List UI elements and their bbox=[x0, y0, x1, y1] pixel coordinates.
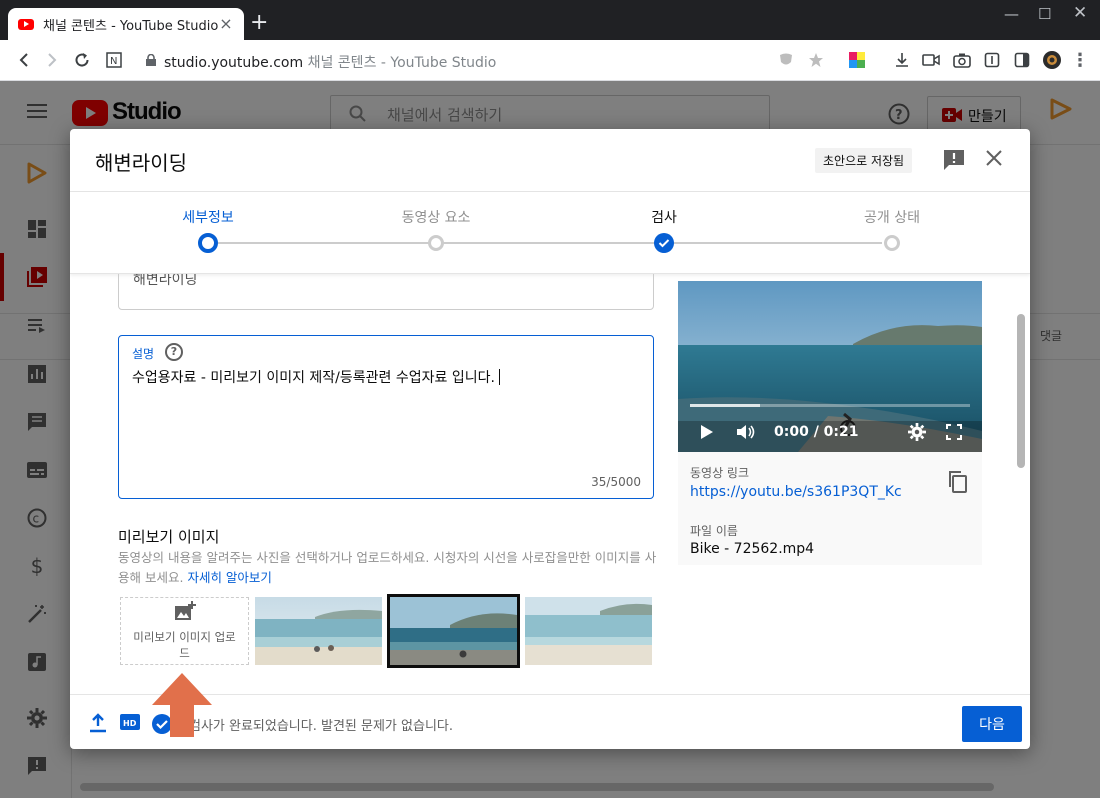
fullscreen-icon[interactable] bbox=[946, 424, 962, 444]
check-icon bbox=[658, 239, 670, 248]
bookmark-star-icon[interactable] bbox=[807, 51, 825, 69]
minimize-icon[interactable]: — bbox=[1004, 5, 1019, 23]
svg-text:HD: HD bbox=[123, 719, 137, 728]
dialog-footer: HD 검사가 완료되었습니다. 발견된 문제가 없습니다. 다음 bbox=[70, 694, 1030, 749]
video-link[interactable]: https://youtu.be/s361P3QT_Kc bbox=[690, 484, 902, 500]
video-preview-card: 0:00 / 0:21 동영상 링크 https://youtu.be/s361… bbox=[678, 281, 982, 565]
description-value: 수업용자료 - 미리보기 이미지 제작/등록관련 수업자료 입니다. bbox=[132, 370, 495, 386]
auto-thumbnail-1[interactable] bbox=[255, 597, 382, 665]
window-close-icon[interactable]: ✕ bbox=[1073, 3, 1087, 23]
video-progress-fill bbox=[690, 404, 760, 407]
video-settings-gear-icon[interactable] bbox=[908, 423, 926, 445]
video-camera-icon[interactable] bbox=[922, 51, 940, 69]
auto-thumbnail-2-selected[interactable] bbox=[387, 594, 520, 668]
copy-link-icon[interactable] bbox=[948, 471, 968, 493]
new-tab-icon[interactable]: + bbox=[250, 12, 268, 34]
video-link-label: 동영상 링크 bbox=[690, 466, 750, 480]
volume-icon[interactable] bbox=[737, 424, 757, 444]
browser-tab[interactable]: 채널 콘텐츠 - YouTube Studio × bbox=[8, 8, 244, 40]
description-help-icon[interactable]: ? bbox=[165, 343, 183, 361]
upload-thumbnail-button[interactable]: 미리보기 이미지 업로드 bbox=[120, 597, 249, 665]
beach-thumbnail-image bbox=[525, 597, 652, 665]
sidebar-toggle-icon[interactable] bbox=[1013, 51, 1031, 69]
forward-icon[interactable] bbox=[42, 50, 62, 70]
file-name: Bike - 72562.mp4 bbox=[690, 541, 815, 557]
thumbnail-section-title: 미리보기 이미지 bbox=[118, 528, 220, 546]
description-label: 설명 bbox=[132, 347, 155, 361]
add-photo-icon bbox=[174, 601, 196, 625]
dialog-title: 해변라이딩 bbox=[95, 151, 187, 175]
video-time: 0:00 / 0:21 bbox=[774, 424, 859, 440]
browser-tab-bar: 채널 콘텐츠 - YouTube Studio × + — ☐ ✕ bbox=[0, 0, 1100, 40]
tab-title: 채널 콘텐츠 - YouTube Studio bbox=[43, 18, 218, 34]
description-text[interactable]: 수업용자료 - 미리보기 이미지 제작/등록관련 수업자료 입니다. bbox=[132, 367, 500, 387]
step-checks-label[interactable]: 검사 bbox=[651, 207, 677, 227]
tab-close-icon[interactable]: × bbox=[218, 16, 234, 32]
hd-status-icon[interactable]: HD bbox=[120, 713, 140, 733]
title-field-value: 해변라이딩 bbox=[133, 274, 198, 288]
text-caret bbox=[498, 369, 500, 385]
dialog-close-icon[interactable] bbox=[984, 150, 1004, 170]
stepper-track bbox=[218, 242, 882, 244]
color-picker-extension-icon[interactable] bbox=[848, 51, 866, 69]
step-visibility-label[interactable]: 공개 상태 bbox=[864, 207, 920, 227]
youtube-favicon-icon bbox=[18, 18, 34, 30]
upload-stepper: 세부정보 동영상 요소 검사 공개 상태 bbox=[70, 192, 1030, 274]
maximize-icon[interactable]: ☐ bbox=[1038, 5, 1051, 23]
description-field[interactable]: 설명 ? 수업용자료 - 미리보기 이미지 제작/등록관련 수업자료 입니다. … bbox=[118, 335, 654, 499]
download-icon[interactable] bbox=[893, 51, 911, 69]
file-name-label: 파일 이름 bbox=[690, 524, 738, 538]
video-player[interactable]: 0:00 / 0:21 bbox=[678, 281, 982, 452]
reload-icon[interactable] bbox=[72, 50, 92, 70]
back-icon[interactable] bbox=[14, 50, 34, 70]
report-feedback-icon[interactable] bbox=[943, 149, 965, 171]
video-progress-bar[interactable] bbox=[690, 404, 970, 407]
step-elements-dot[interactable] bbox=[428, 235, 444, 251]
draft-saved-badge: 초안으로 저장됨 bbox=[815, 148, 913, 173]
lock-icon bbox=[146, 54, 156, 66]
next-button[interactable]: 다음 bbox=[962, 706, 1022, 742]
address-bar: N studio.youtube.com 채널 콘텐츠 - YouTube St… bbox=[0, 40, 1100, 81]
step-elements-label[interactable]: 동영상 요소 bbox=[402, 207, 471, 227]
upload-details-dialog: 해변라이딩 초안으로 저장됨 세부정보 동영상 요소 검사 공개 상태 해변라이… bbox=[70, 129, 1030, 749]
step-checks-dot[interactable] bbox=[654, 233, 674, 253]
step-details-label[interactable]: 세부정보 bbox=[182, 207, 234, 227]
play-icon[interactable] bbox=[700, 424, 714, 444]
reader-icon[interactable] bbox=[983, 51, 1001, 69]
learn-more-link[interactable]: 자세히 알아보기 bbox=[187, 570, 271, 585]
upload-thumbnail-label: 미리보기 이미지 업로드 bbox=[133, 630, 236, 660]
shield-extension-icon[interactable] bbox=[777, 51, 795, 69]
tutorial-arrow-up-icon bbox=[152, 673, 212, 737]
screenshot-camera-icon[interactable] bbox=[953, 51, 971, 69]
svg-text:N: N bbox=[110, 56, 117, 67]
auto-thumbnail-3[interactable] bbox=[525, 597, 652, 665]
thumbnail-section-desc: 동영상의 내용을 알려주는 사진을 선택하거나 업로드하세요. 시청자의 시선을… bbox=[118, 548, 658, 588]
browser-menu-icon[interactable]: ⋮ bbox=[1071, 50, 1089, 71]
notion-extension-icon[interactable]: N bbox=[104, 50, 124, 70]
beach-thumbnail-image bbox=[255, 597, 382, 665]
dialog-scrollbar[interactable] bbox=[1017, 314, 1025, 468]
dialog-body: 해변라이딩 설명 ? 수업용자료 - 미리보기 이미지 제작/등록관련 수업자료… bbox=[70, 274, 1030, 694]
upload-status-icon[interactable] bbox=[89, 713, 109, 733]
step-visibility-dot[interactable] bbox=[884, 235, 900, 251]
title-field[interactable]: 해변라이딩 bbox=[118, 274, 654, 310]
url-text[interactable]: studio.youtube.com 채널 콘텐츠 - YouTube Stud… bbox=[164, 52, 496, 72]
description-char-count: 35/5000 bbox=[591, 475, 641, 489]
checks-status-text: 검사가 완료되었습니다. 발견된 문제가 없습니다. bbox=[189, 719, 453, 734]
beach-thumbnail-image bbox=[390, 597, 517, 665]
profile-avatar-icon[interactable] bbox=[1043, 51, 1061, 69]
step-details-dot[interactable] bbox=[198, 233, 218, 253]
